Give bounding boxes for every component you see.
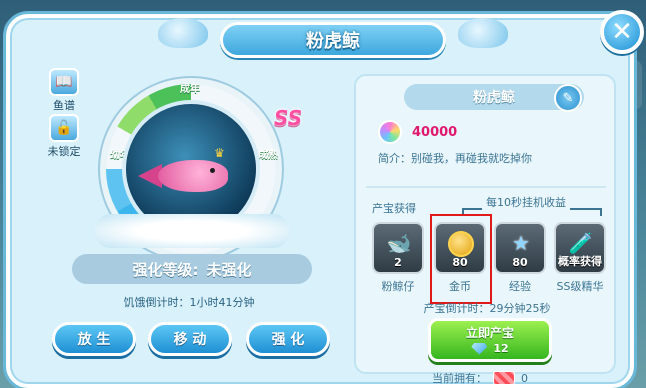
reward-slot[interactable]: 🧪 概率获得 SS级精华: [554, 222, 606, 294]
reward-name: 经验: [509, 280, 531, 293]
lock-status-label: 未锁定: [47, 145, 81, 158]
reward-card: 🧪 概率获得: [554, 222, 606, 274]
rename-button[interactable]: ✎: [554, 84, 582, 112]
enhance-value: 未强化: [206, 260, 252, 279]
owned-label: 当前拥有：: [432, 372, 487, 385]
ring-label-mature: 成熟: [258, 150, 278, 161]
unlock-icon: 🔓: [49, 114, 79, 142]
close-button[interactable]: ✕: [600, 10, 644, 54]
reward-card: ★ 80: [494, 222, 546, 274]
pearl-icon: [378, 120, 402, 144]
dialog-title-plate: 粉虎鲸: [220, 22, 446, 58]
enhance-label: 强化等级:: [132, 260, 199, 279]
close-icon: ✕: [611, 17, 633, 47]
pencil-icon: ✎: [562, 90, 574, 106]
price-row: 40000: [378, 120, 457, 144]
reward-slot[interactable]: ★ 80 经验: [494, 222, 546, 294]
crown-icon: ♛: [214, 146, 225, 160]
fish-eye: [210, 168, 215, 173]
fish-name: 粉虎鲸: [473, 90, 515, 106]
wave-decoration: [158, 18, 208, 48]
reward-card: 🐋 2: [372, 222, 424, 274]
treasure-section-label: 产宝获得: [372, 202, 416, 215]
reward-name: 粉鲸仔: [381, 280, 415, 293]
pink-orca-fish: [158, 160, 228, 192]
dialog-title: 粉虎鲸: [306, 31, 360, 52]
book-icon: 📖: [49, 68, 79, 96]
enhance-level-bar: 强化等级: 未强化: [72, 254, 312, 284]
fish-detail-dialog: 粉虎鲸 📖 鱼谱 🔓 未锁定 成年 幼年 成熟 ♛ SS 强化等级: 未强化 饥…: [6, 14, 634, 388]
ticket-icon: [493, 371, 515, 385]
treasure-countdown: 产宝倒计时：29分钟25秒: [423, 302, 551, 315]
ring-label-adult: 成年: [180, 84, 200, 95]
fish-catalog-label: 鱼谱: [53, 99, 75, 112]
produce-cost-value: 12: [493, 342, 509, 355]
fish-info-panel: 粉虎鲸 ✎ 40000 简介：别碰我，再碰我就吃掉你 产宝获得 每10秒挂机收益…: [354, 74, 616, 385]
lock-toggle-button[interactable]: 🔓 未锁定: [44, 114, 84, 159]
owned-row: 当前拥有： 0: [432, 370, 528, 386]
pink-whale-icon: 🐋: [386, 231, 412, 255]
fish-intro: 简介：别碰我，再碰我就吃掉你: [378, 152, 532, 165]
wave-decoration: [458, 18, 508, 48]
release-button[interactable]: 放 生: [52, 322, 136, 356]
cloud-pedestal: [94, 214, 290, 248]
rarity-badge: SS: [274, 106, 303, 130]
fish-catalog-button[interactable]: 📖 鱼谱: [44, 68, 84, 113]
enhance-button[interactable]: 强 化: [246, 322, 330, 356]
diamond-icon: [471, 342, 488, 355]
reward-count: 80: [512, 256, 528, 269]
move-button[interactable]: 移 动: [148, 322, 232, 356]
owned-value: 0: [521, 371, 528, 385]
divider: [366, 186, 606, 188]
reward-name: SS级精华: [556, 280, 604, 293]
hunger-countdown: 饥饿倒计时：1小时41分钟: [123, 296, 255, 309]
reward-count: 概率获得: [558, 255, 602, 268]
price-value: 40000: [412, 124, 458, 140]
reward-slot[interactable]: 🐋 2 粉鲸仔: [372, 222, 424, 294]
produce-label: 立即产宝: [465, 326, 514, 340]
star-icon: ★: [512, 231, 530, 255]
highlight-box: [430, 214, 492, 304]
fish-preview-panel: 📖 鱼谱 🔓 未锁定 成年 幼年 成熟 ♛ SS 强化等级: 未强化 饥饿倒计时…: [34, 64, 344, 374]
income-section-label: 每10秒挂机收益: [482, 194, 570, 210]
produce-now-button[interactable]: 立即产宝 12: [428, 318, 552, 362]
reward-count: 2: [394, 256, 402, 269]
produce-cost: 12: [431, 342, 549, 355]
